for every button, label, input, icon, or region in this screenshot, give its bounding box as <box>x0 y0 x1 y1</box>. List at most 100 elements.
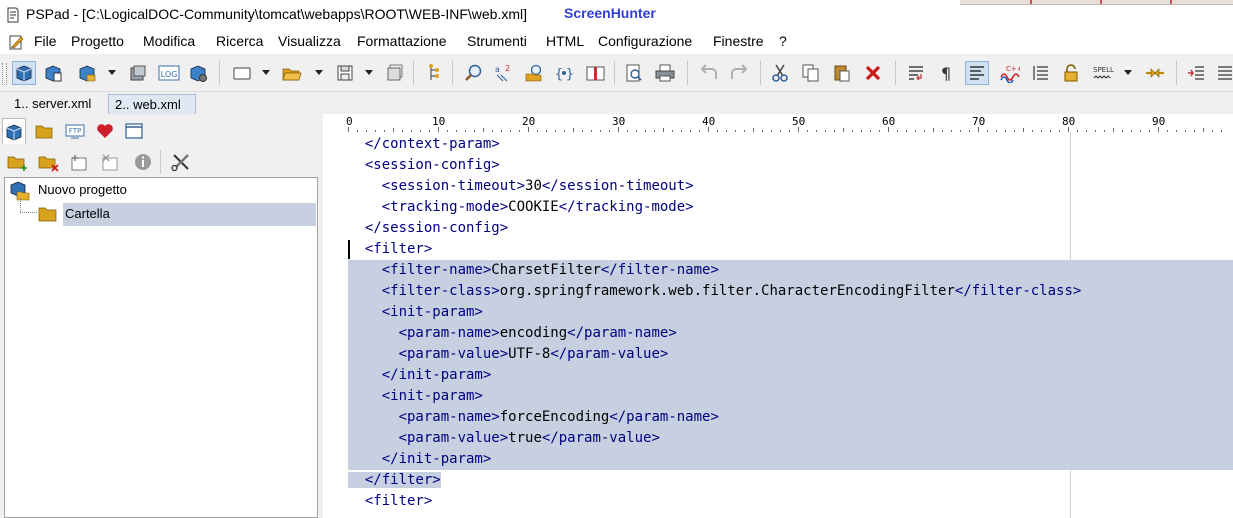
word-wrap-icon[interactable] <box>904 61 928 85</box>
tab-web-xml[interactable]: 2.. web.xml <box>108 94 196 114</box>
toolbar-grip[interactable] <box>2 63 7 85</box>
new-file-cube-icon[interactable] <box>41 61 65 85</box>
spell-dropdown-chevron-icon[interactable] <box>1124 70 1132 75</box>
code-line[interactable]: <param-value>true</param-value> <box>348 428 1233 449</box>
menu-modifica[interactable]: Modifica <box>143 33 195 49</box>
code-line[interactable]: <filter> <box>348 491 432 512</box>
code-line[interactable]: </context-param> <box>348 134 500 155</box>
code-line[interactable]: <session-config> <box>348 155 500 176</box>
replace-icon[interactable]: a2 <box>492 61 516 85</box>
delete-icon[interactable] <box>861 61 885 85</box>
undo-icon[interactable] <box>697 61 721 85</box>
menu-visualizza[interactable]: Visualizza <box>278 33 341 49</box>
text-align-icon[interactable] <box>965 61 989 85</box>
indent-icon[interactable] <box>1184 61 1208 85</box>
paste-icon[interactable] <box>830 61 854 85</box>
code-line[interactable]: <session-timeout>30</session-timeout> <box>348 176 694 197</box>
ruler-mark: 50 <box>792 115 806 128</box>
menu-ricerca[interactable]: Ricerca <box>216 33 263 49</box>
copy-icon[interactable] <box>799 61 823 85</box>
menu-help[interactable]: ? <box>779 33 787 49</box>
ruler-tick <box>1023 128 1024 132</box>
xml-tag: <init-param> <box>381 304 483 320</box>
ftp-tab-icon[interactable]: FTP <box>63 118 87 144</box>
menu-file[interactable]: File <box>34 33 57 49</box>
remove-folder-icon[interactable] <box>37 150 61 174</box>
new-file-icon[interactable] <box>230 61 254 85</box>
favorites-heart-icon[interactable] <box>93 118 117 144</box>
code-line[interactable]: <param-name>encoding</param-name> <box>348 323 1233 344</box>
code-line[interactable]: </init-param> <box>348 365 1233 386</box>
save-all-icon[interactable] <box>383 61 407 85</box>
code-line[interactable]: </init-param> <box>348 449 1233 470</box>
xml-text: org.springframework.web.filter.Character… <box>499 283 955 299</box>
code-line[interactable]: </filter> <box>348 470 441 491</box>
menu-configurazione[interactable]: Configurazione <box>598 33 692 49</box>
code-line[interactable]: <init-param> <box>348 302 1233 323</box>
ruler-tick <box>789 130 790 132</box>
line-numbers-icon[interactable] <box>1029 61 1053 85</box>
syntax-highlight-icon[interactable]: C++ <box>997 61 1021 85</box>
code-editor[interactable]: 0 10 20 30 40 50 60 70 80 90 </context-param> <se… <box>323 114 1233 518</box>
new-file-dropdown-chevron-icon[interactable] <box>262 70 270 75</box>
compile-settings-icon[interactable] <box>186 61 210 85</box>
menu-progetto[interactable]: Progetto <box>71 33 124 49</box>
search-icon[interactable] <box>462 61 486 85</box>
code-line[interactable]: <param-value>UTF-8</param-value> <box>348 344 1233 365</box>
tree-folder-label[interactable]: Cartella <box>65 206 110 221</box>
menu-strumenti[interactable]: Strumenti <box>467 33 527 49</box>
ruler-tick <box>483 128 484 132</box>
new-project-cube-icon[interactable] <box>12 61 36 85</box>
ruler-tick <box>1203 128 1204 132</box>
open-folder-icon[interactable] <box>280 61 304 85</box>
redo-icon[interactable] <box>727 61 751 85</box>
toolbar-separator <box>452 61 453 85</box>
menu-finestre[interactable]: Finestre <box>713 33 764 49</box>
code-explorer-icon[interactable] <box>421 61 445 85</box>
log-icon[interactable]: LOG <box>157 61 181 85</box>
outdent-icon[interactable] <box>1213 61 1233 85</box>
add-file-icon[interactable] <box>68 150 92 174</box>
ruler-tick <box>780 130 781 132</box>
code-line[interactable]: <init-param> <box>348 386 1233 407</box>
add-folder-icon[interactable] <box>6 150 30 174</box>
code-line[interactable]: <param-name>forceEncoding</param-name> <box>348 407 1233 428</box>
cut-icon[interactable] <box>768 61 792 85</box>
find-in-files-icon[interactable] <box>522 61 546 85</box>
code-line[interactable]: </session-config> <box>348 218 508 239</box>
book-icon[interactable] <box>584 61 608 85</box>
pilcrow-icon[interactable]: ¶ <box>935 61 959 85</box>
open-dropdown-chevron-icon[interactable] <box>108 70 116 75</box>
code-line[interactable]: <filter> <box>348 239 432 260</box>
save-dropdown-chevron-icon[interactable] <box>365 70 373 75</box>
brackets-icon[interactable]: {} <box>552 61 576 85</box>
print-icon[interactable] <box>653 61 677 85</box>
ruler-tick <box>1059 130 1060 132</box>
menu-formattazione[interactable]: Formattazione <box>357 33 446 49</box>
menu-html[interactable]: HTML <box>546 33 584 49</box>
open-project-cube-icon[interactable] <box>75 61 99 85</box>
code-line[interactable]: <tracking-mode>COOKIE</tracking-mode> <box>348 197 694 218</box>
info-icon[interactable] <box>131 150 155 174</box>
lock-icon[interactable] <box>1059 61 1083 85</box>
code-line[interactable]: <filter-class>org.springframework.web.fi… <box>348 281 1233 302</box>
tab-server-xml[interactable]: 1.. server.xml <box>8 94 118 114</box>
bookmark-icon[interactable] <box>1143 61 1167 85</box>
open-dropdown-chevron-icon[interactable] <box>315 70 323 75</box>
files-tab-folder-icon[interactable] <box>32 118 56 144</box>
save-project-icon[interactable] <box>126 61 150 85</box>
pspad-menu-icon[interactable] <box>8 34 24 50</box>
project-settings-tools-icon[interactable] <box>169 150 193 174</box>
print-preview-icon[interactable] <box>622 61 646 85</box>
projects-tab-icon[interactable] <box>2 118 26 144</box>
save-icon[interactable] <box>333 61 357 85</box>
tree-root-label[interactable]: Nuovo progetto <box>38 182 127 197</box>
xml-tag: <param-value> <box>398 346 509 362</box>
code-line[interactable]: <filter-name>CharsetFilter</filter-name> <box>348 260 1233 281</box>
remove-file-icon[interactable] <box>99 150 123 174</box>
open-windows-tab-icon[interactable] <box>122 118 146 144</box>
spell-check-icon[interactable]: SPELL <box>1092 61 1116 85</box>
